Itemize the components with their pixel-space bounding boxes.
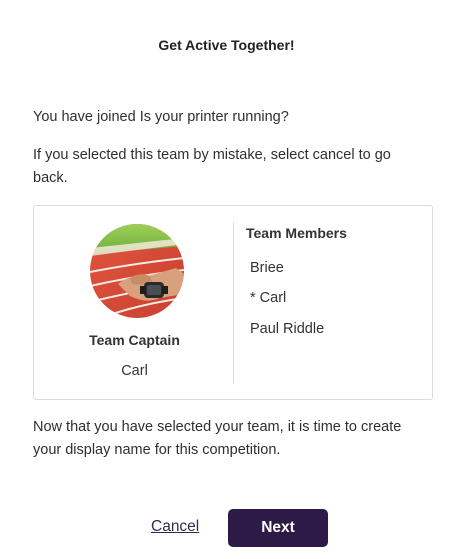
dialog-title: Get Active Together!	[158, 37, 295, 53]
list-item: * Carl	[250, 290, 287, 306]
next-button[interactable]: Next	[228, 509, 328, 547]
join-team-dialog: Get Active Together! You have joined Is …	[0, 0, 453, 559]
team-card: Team Captain Carl Team Members Briee * C…	[33, 205, 433, 400]
joined-team-text: You have joined Is your printer running?	[33, 109, 289, 125]
team-captain-section: Team Captain Carl	[34, 206, 235, 399]
card-divider	[233, 222, 234, 384]
list-item: Briee	[250, 260, 284, 276]
cancel-button[interactable]: Cancel	[151, 518, 199, 536]
team-captain-label: Team Captain	[89, 332, 180, 348]
team-members-title: Team Members	[246, 225, 347, 241]
team-members-section: Team Members Briee * Carl Paul Riddle	[246, 206, 426, 399]
list-item: Paul Riddle	[250, 321, 325, 337]
display-name-instructions-text: Now that you have selected your team, it…	[33, 419, 402, 458]
team-photo-image	[90, 224, 184, 318]
team-captain-name: Carl	[121, 363, 148, 379]
mistake-instructions-text: If you selected this team by mistake, se…	[33, 147, 391, 186]
team-avatar	[90, 224, 184, 318]
